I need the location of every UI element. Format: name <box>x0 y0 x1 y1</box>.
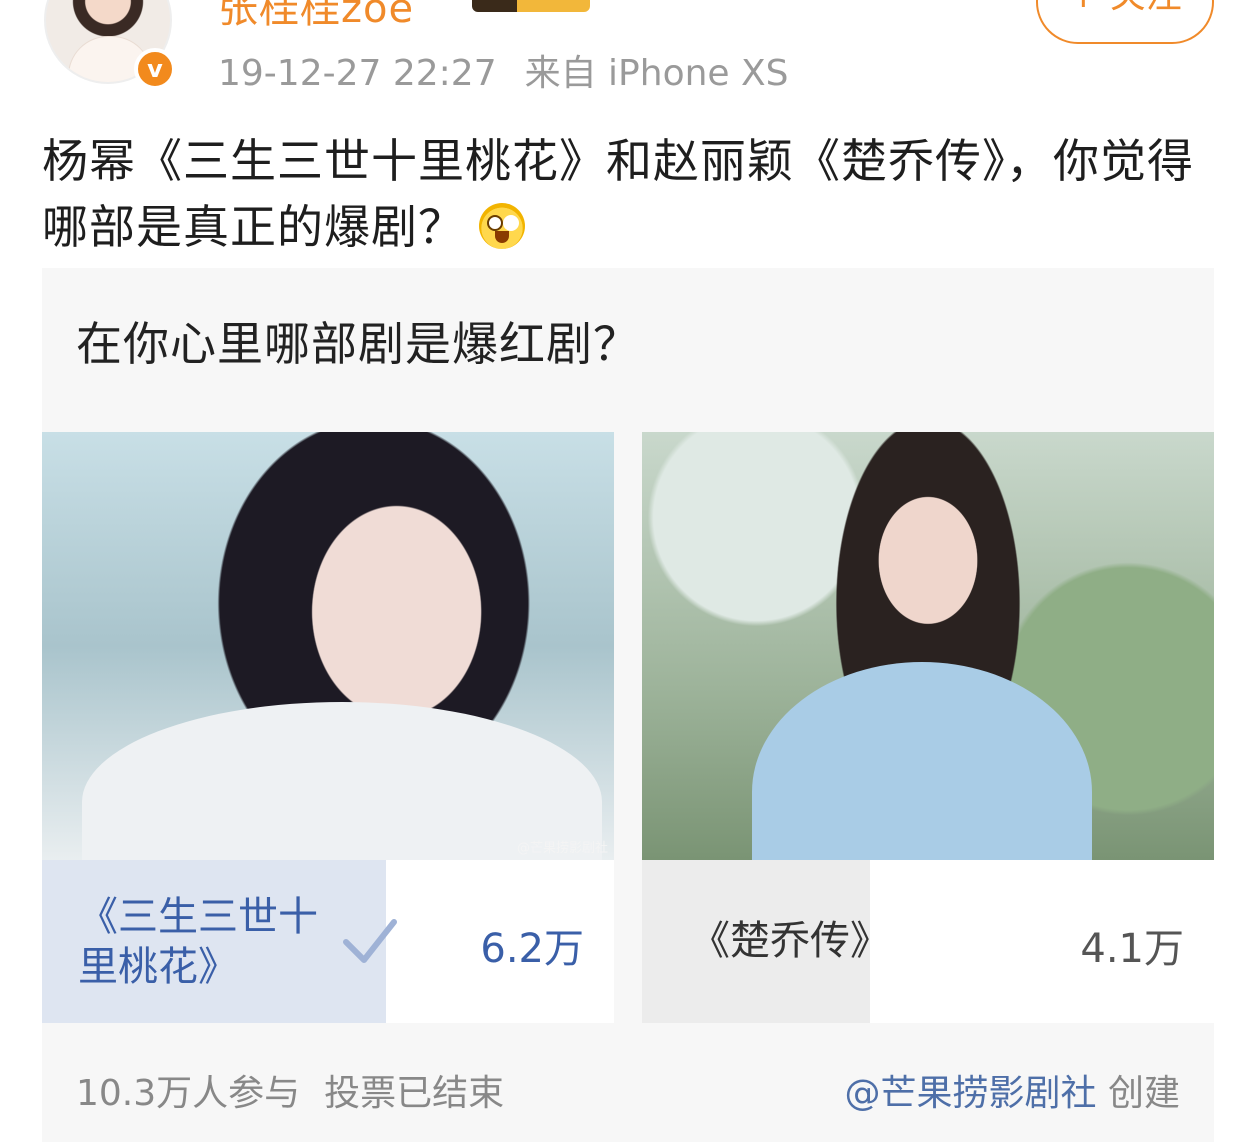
option-1-result[interactable]: 《三生三世十里桃花》 6.2万 <box>42 860 614 1023</box>
post-text: 杨幂《三生三世十里桃花》和赵丽颖《楚乔传》，你觉得哪部是真正的爆剧？ <box>42 128 1222 260</box>
option-1-photo[interactable]: @芒果捞影剧社 <box>42 432 614 860</box>
follow-button[interactable]: + 关注 <box>1036 0 1214 44</box>
vote-creator-link[interactable]: @芒果捞影剧社 <box>845 1073 1097 1114</box>
vote-creator-suffix: 创建 <box>1107 1073 1180 1114</box>
vote-summary: 10.3万人参与 投票已结束 <box>76 1064 504 1116</box>
post-timestamp: 19-12-27 22:27 <box>218 53 497 94</box>
vote-status: 投票已结束 <box>324 1073 505 1114</box>
option-1-votes: 6.2万 <box>480 926 584 972</box>
option-2-result[interactable]: 《楚乔传》 4.1万 <box>642 860 1214 1023</box>
vote-participants: 10.3万人参与 <box>76 1073 301 1114</box>
post-meta: 19-12-27 22:27 来自 iPhone XS <box>218 44 789 96</box>
option-2-votes: 4.1万 <box>1080 926 1184 972</box>
vip-badge-icon <box>472 0 590 12</box>
surprised-emoji-icon <box>479 203 525 249</box>
vote-option-1[interactable]: @芒果捞影剧社 《三生三世十里桃花》 6.2万 <box>42 432 614 1023</box>
vote-question: 在你心里哪部剧是爆红剧？ <box>76 317 640 371</box>
vote-option-2[interactable]: 《楚乔传》 4.1万 <box>642 432 1214 1023</box>
option-2-label: 《楚乔传》 <box>690 918 890 964</box>
photo-watermark: @芒果捞影剧社 <box>516 841 608 856</box>
post-source: 来自 iPhone XS <box>524 53 789 94</box>
verified-badge-icon: v <box>134 48 176 90</box>
post-text-content: 杨幂《三生三世十里桃花》和赵丽颖《楚乔传》，你觉得哪部是真正的爆剧？ <box>42 134 1194 254</box>
check-icon <box>343 919 397 963</box>
vote-creator-line: @芒果捞影剧社 创建 <box>845 1064 1180 1116</box>
option-1-label: 《三生三世十里桃花》 <box>78 894 318 990</box>
vote-card: 在你心里哪部剧是爆红剧？ @芒果捞影剧社 《三生三世十里桃花》 6.2万 《楚乔… <box>42 268 1214 1142</box>
option-2-photo[interactable] <box>642 432 1214 860</box>
username[interactable]: 张桂桂zoe <box>218 0 414 34</box>
